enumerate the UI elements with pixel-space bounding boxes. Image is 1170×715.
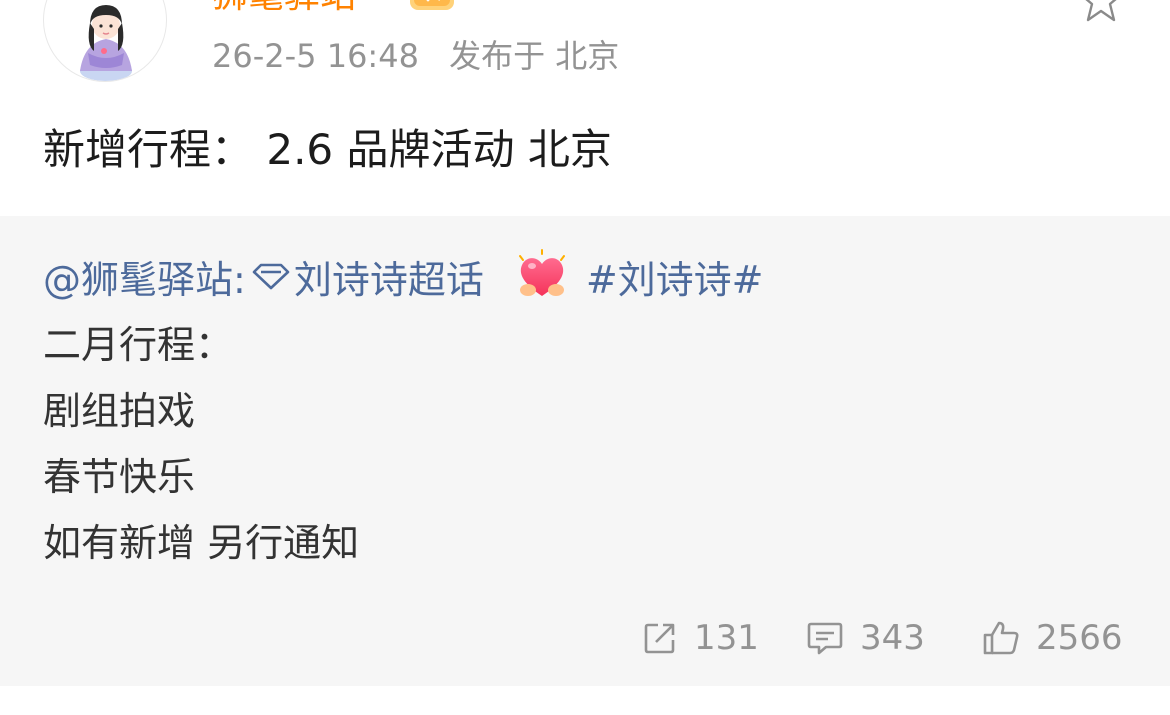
- like-count: 2566: [1036, 618, 1123, 658]
- action-bar: 131 343 2566: [0, 616, 1170, 660]
- avatar-illustration-icon: [80, 5, 132, 81]
- thumbs-up-icon: [983, 621, 1019, 655]
- post-timestamp: 26-2-5 16:48: [212, 37, 419, 75]
- star-outline-icon[interactable]: [1078, 0, 1124, 24]
- like-button[interactable]: 2566: [982, 616, 1123, 660]
- repost-line: 春节快乐: [43, 455, 196, 499]
- repost-body: 二月行程： 剧组拍戏 春节快乐 如有新增 另行通知: [43, 312, 359, 576]
- username[interactable]: 狮髦驿站: [212, 0, 356, 18]
- hashtag-link[interactable]: #刘诗诗#: [586, 249, 764, 304]
- vip-badge-icon: [410, 0, 454, 10]
- avatar[interactable]: [43, 0, 167, 82]
- repost-line: 二月行程：: [43, 323, 234, 367]
- repost-count: 131: [694, 618, 759, 658]
- author-mention-link[interactable]: @狮髦驿站:: [43, 249, 246, 304]
- repost-button[interactable]: 131: [642, 616, 759, 660]
- repost-icon: [644, 623, 675, 654]
- supertopic-diamond-icon: [252, 263, 290, 290]
- repost-header-line: @狮髦驿站: 刘诗诗超话 #刘诗诗#: [43, 248, 764, 304]
- repost-card[interactable]: @狮髦驿站: 刘诗诗超话 #刘诗诗# 二月行程： 剧组拍戏 春节快乐 如有新增 …: [0, 216, 1170, 686]
- comment-button[interactable]: 343: [806, 616, 925, 660]
- repost-line: 剧组拍戏: [43, 389, 196, 433]
- heart-hug-emoji-icon: [518, 249, 565, 296]
- post-text: 新增行程： 2.6 品牌活动 北京: [43, 125, 612, 174]
- post-location: 发布于 北京: [449, 37, 620, 75]
- weibo-post-screen: 狮髦驿站 26-2-5 16:48 发布于 北京 新增行程： 2.6 品牌活动 …: [0, 0, 1170, 715]
- supertopic-link[interactable]: 刘诗诗超话: [294, 249, 484, 304]
- comment-count: 343: [860, 618, 925, 658]
- post-meta: 26-2-5 16:48 发布于 北京: [212, 36, 639, 76]
- repost-line: 如有新增 另行通知: [43, 521, 360, 565]
- comment-icon: [807, 622, 843, 655]
